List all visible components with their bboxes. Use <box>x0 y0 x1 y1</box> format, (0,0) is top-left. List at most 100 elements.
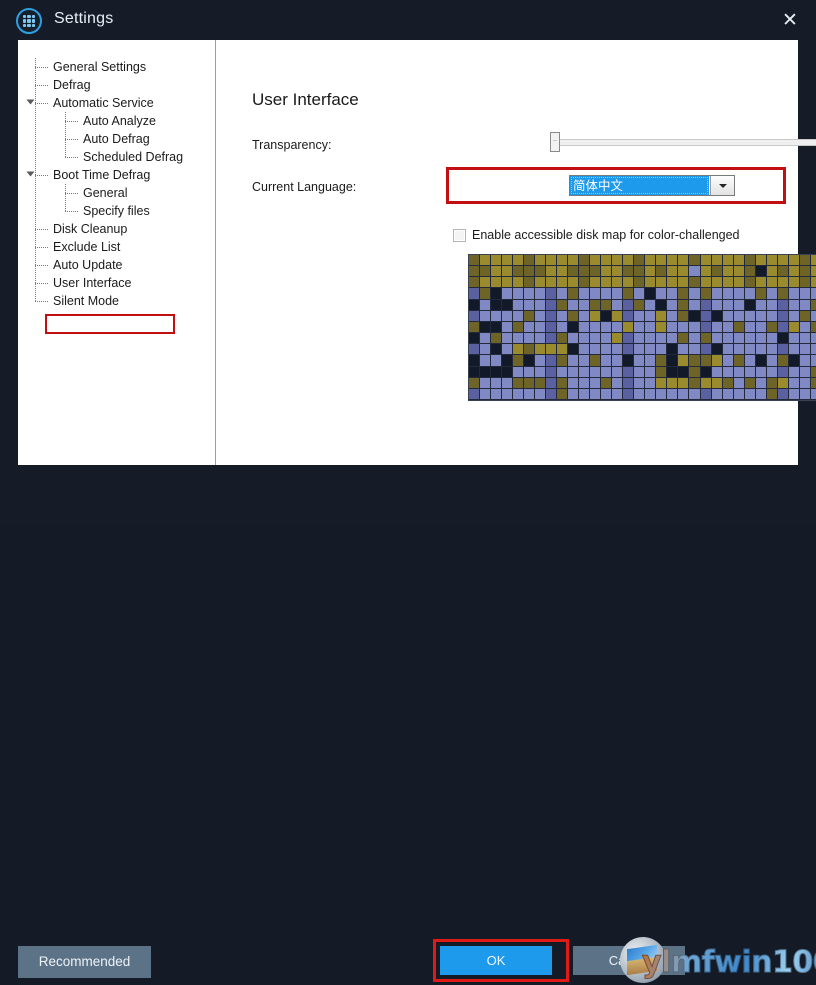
disk-map-cell <box>810 377 816 389</box>
close-icon[interactable]: ✕ <box>772 6 808 34</box>
disk-map-cell <box>546 266 558 278</box>
disk-map-cell <box>469 288 481 300</box>
sidebar-item-silent-mode[interactable]: Silent Mode <box>28 292 216 310</box>
disk-map-cell <box>568 366 580 378</box>
disk-map-cell <box>678 255 690 267</box>
disk-map-cell <box>733 366 745 378</box>
disk-map-cell <box>777 310 789 322</box>
disk-map-cell <box>491 366 503 378</box>
sidebar-item-exclude-list[interactable]: Exclude List <box>28 238 216 256</box>
disk-map-cell <box>799 344 811 356</box>
disk-map-cell <box>634 344 646 356</box>
disk-map-cell <box>634 266 646 278</box>
tree-subspine <box>65 112 66 157</box>
disk-map-cell <box>722 277 734 289</box>
disk-map-cell <box>579 255 591 267</box>
disk-map-cell <box>744 355 756 367</box>
disk-map-cell <box>788 344 800 356</box>
sidebar-item-automatic-service[interactable]: Automatic Service <box>26 94 216 112</box>
disk-map-cell <box>579 299 591 311</box>
chevron-expand-icon[interactable] <box>26 99 35 105</box>
slider-track[interactable] <box>550 139 816 146</box>
recommended-button[interactable]: Recommended <box>18 946 151 978</box>
disk-map-cell <box>623 255 635 267</box>
disk-map-cell <box>480 388 492 400</box>
sidebar-item-specify-files[interactable]: Specify files <box>28 202 216 220</box>
disk-map-cell <box>579 288 591 300</box>
disk-map-cell <box>678 321 690 334</box>
disk-map-cell <box>656 355 668 367</box>
sidebar-item-label: Auto Update <box>53 258 123 272</box>
disk-map-cell <box>634 321 646 334</box>
cancel-button[interactable]: Cancel <box>573 946 685 975</box>
sidebar-item-general[interactable]: General <box>28 184 216 202</box>
disk-map-cell <box>623 321 635 334</box>
sidebar-item-auto-analyze[interactable]: Auto Analyze <box>28 112 216 130</box>
disk-map-cell <box>579 310 591 322</box>
disk-map-cell <box>469 388 481 400</box>
disk-map-cell <box>623 266 635 278</box>
disk-map-cell <box>513 310 525 322</box>
sidebar-item-label: Defrag <box>53 78 91 92</box>
transparency-slider[interactable] <box>550 132 816 152</box>
sidebar-item-disk-cleanup[interactable]: Disk Cleanup <box>28 220 216 238</box>
disk-map-cell <box>689 333 701 345</box>
disk-map-cell <box>524 310 536 322</box>
disk-map-cell <box>755 344 767 356</box>
disk-map-cell <box>678 333 690 345</box>
disk-map-cell <box>667 333 679 345</box>
sidebar-item-auto-update[interactable]: Auto Update <box>28 256 216 274</box>
disk-map-cell <box>656 255 668 267</box>
disk-map-cell <box>755 277 767 289</box>
disk-map-cell <box>480 299 492 311</box>
disk-map-cell <box>656 377 668 389</box>
disk-map-cell <box>799 333 811 345</box>
settings-tree[interactable]: General Settings Defrag Automatic Service A… <box>26 58 216 310</box>
disk-map-cell <box>722 310 734 322</box>
disk-map-cell <box>777 377 789 389</box>
sidebar-item-user-interface[interactable]: User Interface <box>28 274 216 292</box>
disk-map-cell <box>579 355 591 367</box>
disk-map-cell <box>491 266 503 278</box>
disk-map-cell <box>623 299 635 311</box>
grid-dots-icon <box>16 8 42 34</box>
accessible-diskmap-checkbox[interactable] <box>453 229 466 242</box>
disk-map-cell <box>700 299 712 311</box>
disk-map-cell <box>689 321 701 334</box>
user-interface-pane: User Interface Transparency: Current Lan… <box>217 40 816 465</box>
disk-map-cell <box>480 377 492 389</box>
disk-map-cell <box>634 388 646 400</box>
disk-map-cell <box>700 366 712 378</box>
disk-map-cell <box>502 310 514 322</box>
disk-map-cell <box>667 388 679 400</box>
disk-map-cell <box>590 288 602 300</box>
sidebar-item-boot-time-defrag[interactable]: Boot Time Defrag <box>26 166 216 184</box>
disk-map-cell <box>645 377 657 389</box>
disk-map-cell <box>535 288 547 300</box>
disk-map-cell <box>678 388 690 400</box>
slider-thumb[interactable] <box>550 132 560 152</box>
disk-map-cell <box>513 377 525 389</box>
disk-map-cell <box>755 377 767 389</box>
disk-map-cell <box>733 377 745 389</box>
disk-map-cell <box>590 277 602 289</box>
sidebar-item-label: Scheduled Defrag <box>83 150 184 164</box>
disk-map-cell <box>601 333 613 345</box>
disk-map-cell <box>755 388 767 400</box>
disk-map-cell <box>733 277 745 289</box>
sidebar-item-auto-defrag[interactable]: Auto Defrag <box>28 130 216 148</box>
disk-map-cell <box>502 288 514 300</box>
sidebar-item-general-settings[interactable]: General Settings <box>28 58 216 76</box>
sidebar-item-scheduled-defrag[interactable]: Scheduled Defrag <box>28 148 216 166</box>
chevron-expand-icon[interactable] <box>26 171 35 177</box>
disk-map-cell <box>744 310 756 322</box>
sidebar-item-defrag[interactable]: Defrag <box>28 76 216 94</box>
disk-map-cell <box>810 310 816 322</box>
disk-map-cell <box>700 321 712 334</box>
disk-map-cell <box>700 344 712 356</box>
disk-map-cell <box>469 344 481 356</box>
disk-map-cell <box>755 299 767 311</box>
disk-map-cell <box>744 266 756 278</box>
disk-map-cell <box>777 255 789 267</box>
disk-map-cell <box>557 366 569 378</box>
